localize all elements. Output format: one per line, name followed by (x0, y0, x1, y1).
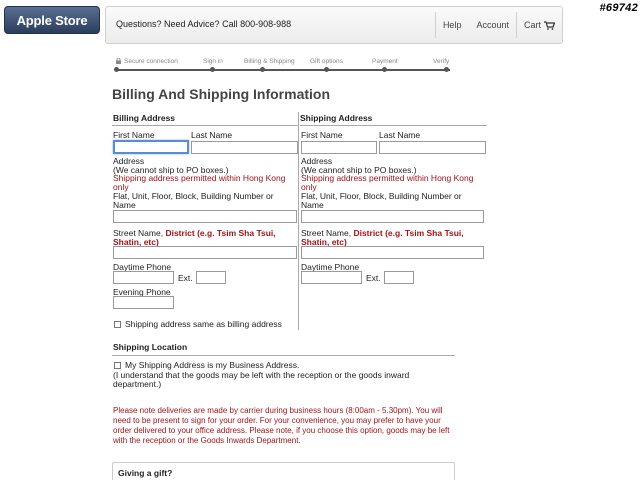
billing-ext-label: Ext. (178, 273, 193, 283)
step-verify: Verify (433, 58, 449, 65)
same-as-billing-checkbox[interactable] (114, 321, 121, 328)
progress-track (116, 69, 450, 71)
shipping-hk-note: Shipping address permitted within Hong K… (301, 173, 474, 192)
shipping-daytime-phone-input[interactable] (301, 271, 362, 284)
shipping-last-name-label: Last Name (379, 130, 421, 140)
step-dot (382, 67, 387, 72)
page-title: Billing And Shipping Information (112, 86, 331, 102)
step-dot (114, 67, 119, 72)
billing-flat-input[interactable] (113, 210, 297, 223)
shipping-ext-label: Ext. (366, 273, 381, 283)
shipping-flat-label: Flat, Unit, Floor, Block, Building Numbe… (301, 191, 462, 210)
shipping-location-heading: Shipping Location (113, 342, 188, 352)
billing-address-heading: Billing Address (113, 113, 176, 123)
same-as-billing-label: Shipping address same as billing address (125, 319, 282, 329)
billing-ext-input[interactable] (196, 271, 226, 284)
step-secure-connection: Secure connection (116, 58, 178, 65)
billing-street-input[interactable] (113, 246, 297, 259)
shipping-first-name-label: First Name (301, 130, 343, 140)
business-address-checkbox[interactable] (114, 362, 121, 369)
apple-store-logo[interactable]: Apple Store (4, 6, 100, 34)
cart-link[interactable]: Cart (517, 20, 562, 30)
billing-hk-note: Shipping address permitted within Hong K… (113, 173, 286, 192)
lock-icon (116, 58, 121, 64)
step-label: Billing & Shipping (244, 58, 295, 65)
step-sign-in: Sign in (203, 58, 223, 65)
step-dot (324, 67, 329, 72)
shipping-ext-input[interactable] (384, 271, 414, 284)
header-links: Help Account Cart (434, 7, 562, 43)
column-separator (298, 112, 299, 330)
step-label: Payment (372, 58, 398, 65)
step-dot (260, 67, 265, 72)
billing-divider (112, 125, 298, 126)
business-address-label: My Shipping Address is my Business Addre… (125, 360, 300, 370)
step-label: Secure connection (124, 58, 178, 65)
billing-daytime-phone-input[interactable] (113, 271, 174, 284)
billing-evening-phone-input[interactable] (113, 296, 174, 309)
business-address-note: (I understand that the goods may be left… (113, 370, 410, 389)
shipping-first-name-input[interactable] (301, 141, 377, 154)
advice-label: Questions? Need Advice? (116, 19, 220, 29)
cart-icon (544, 20, 555, 30)
shipping-street-input[interactable] (301, 246, 484, 259)
top-bar: Questions? Need Advice? Call 800-908-988… (105, 6, 563, 44)
shipping-street-label: Street Name, District (e.g. Tsim Sha Tsu… (301, 229, 485, 247)
watermark-id: #69742 (599, 2, 638, 14)
account-link[interactable]: Account (469, 20, 516, 30)
cart-label: Cart (523, 20, 541, 30)
step-dot (444, 67, 449, 72)
step-dot (210, 67, 215, 72)
shipping-location-divider (112, 355, 455, 356)
help-link[interactable]: Help (436, 20, 469, 30)
delivery-notice: Please note deliveries are made by carri… (113, 406, 450, 445)
gift-section[interactable]: Giving a gift? (112, 462, 455, 480)
gift-heading: Giving a gift? (118, 468, 173, 478)
step-payment: Payment (372, 58, 398, 65)
billing-first-name-label: First Name (113, 130, 155, 140)
advice-text: Questions? Need Advice? Call 800-908-988 (116, 19, 291, 29)
shipping-flat-input[interactable] (301, 210, 484, 223)
billing-first-name-input[interactable] (113, 140, 189, 154)
checkout-progress: Secure connection Sign in Billing & Ship… (114, 58, 450, 74)
advice-phone: Call 800-908-988 (222, 19, 292, 29)
billing-last-name-label: Last Name (191, 130, 233, 140)
step-billing-shipping: Billing & Shipping (244, 58, 295, 65)
step-gift-options: Gift options (310, 58, 343, 65)
billing-street-label: Street Name, District (e.g. Tsim Sha Tsu… (113, 229, 297, 247)
billing-flat-label: Flat, Unit, Floor, Block, Building Numbe… (113, 191, 274, 210)
shipping-last-name-input[interactable] (379, 141, 486, 154)
step-label: Sign in (203, 58, 223, 65)
shipping-divider (300, 125, 487, 126)
step-label: Verify (433, 58, 450, 65)
shipping-address-heading: Shipping Address (300, 113, 373, 123)
billing-last-name-input[interactable] (191, 141, 298, 154)
step-label: Gift options (310, 58, 343, 65)
